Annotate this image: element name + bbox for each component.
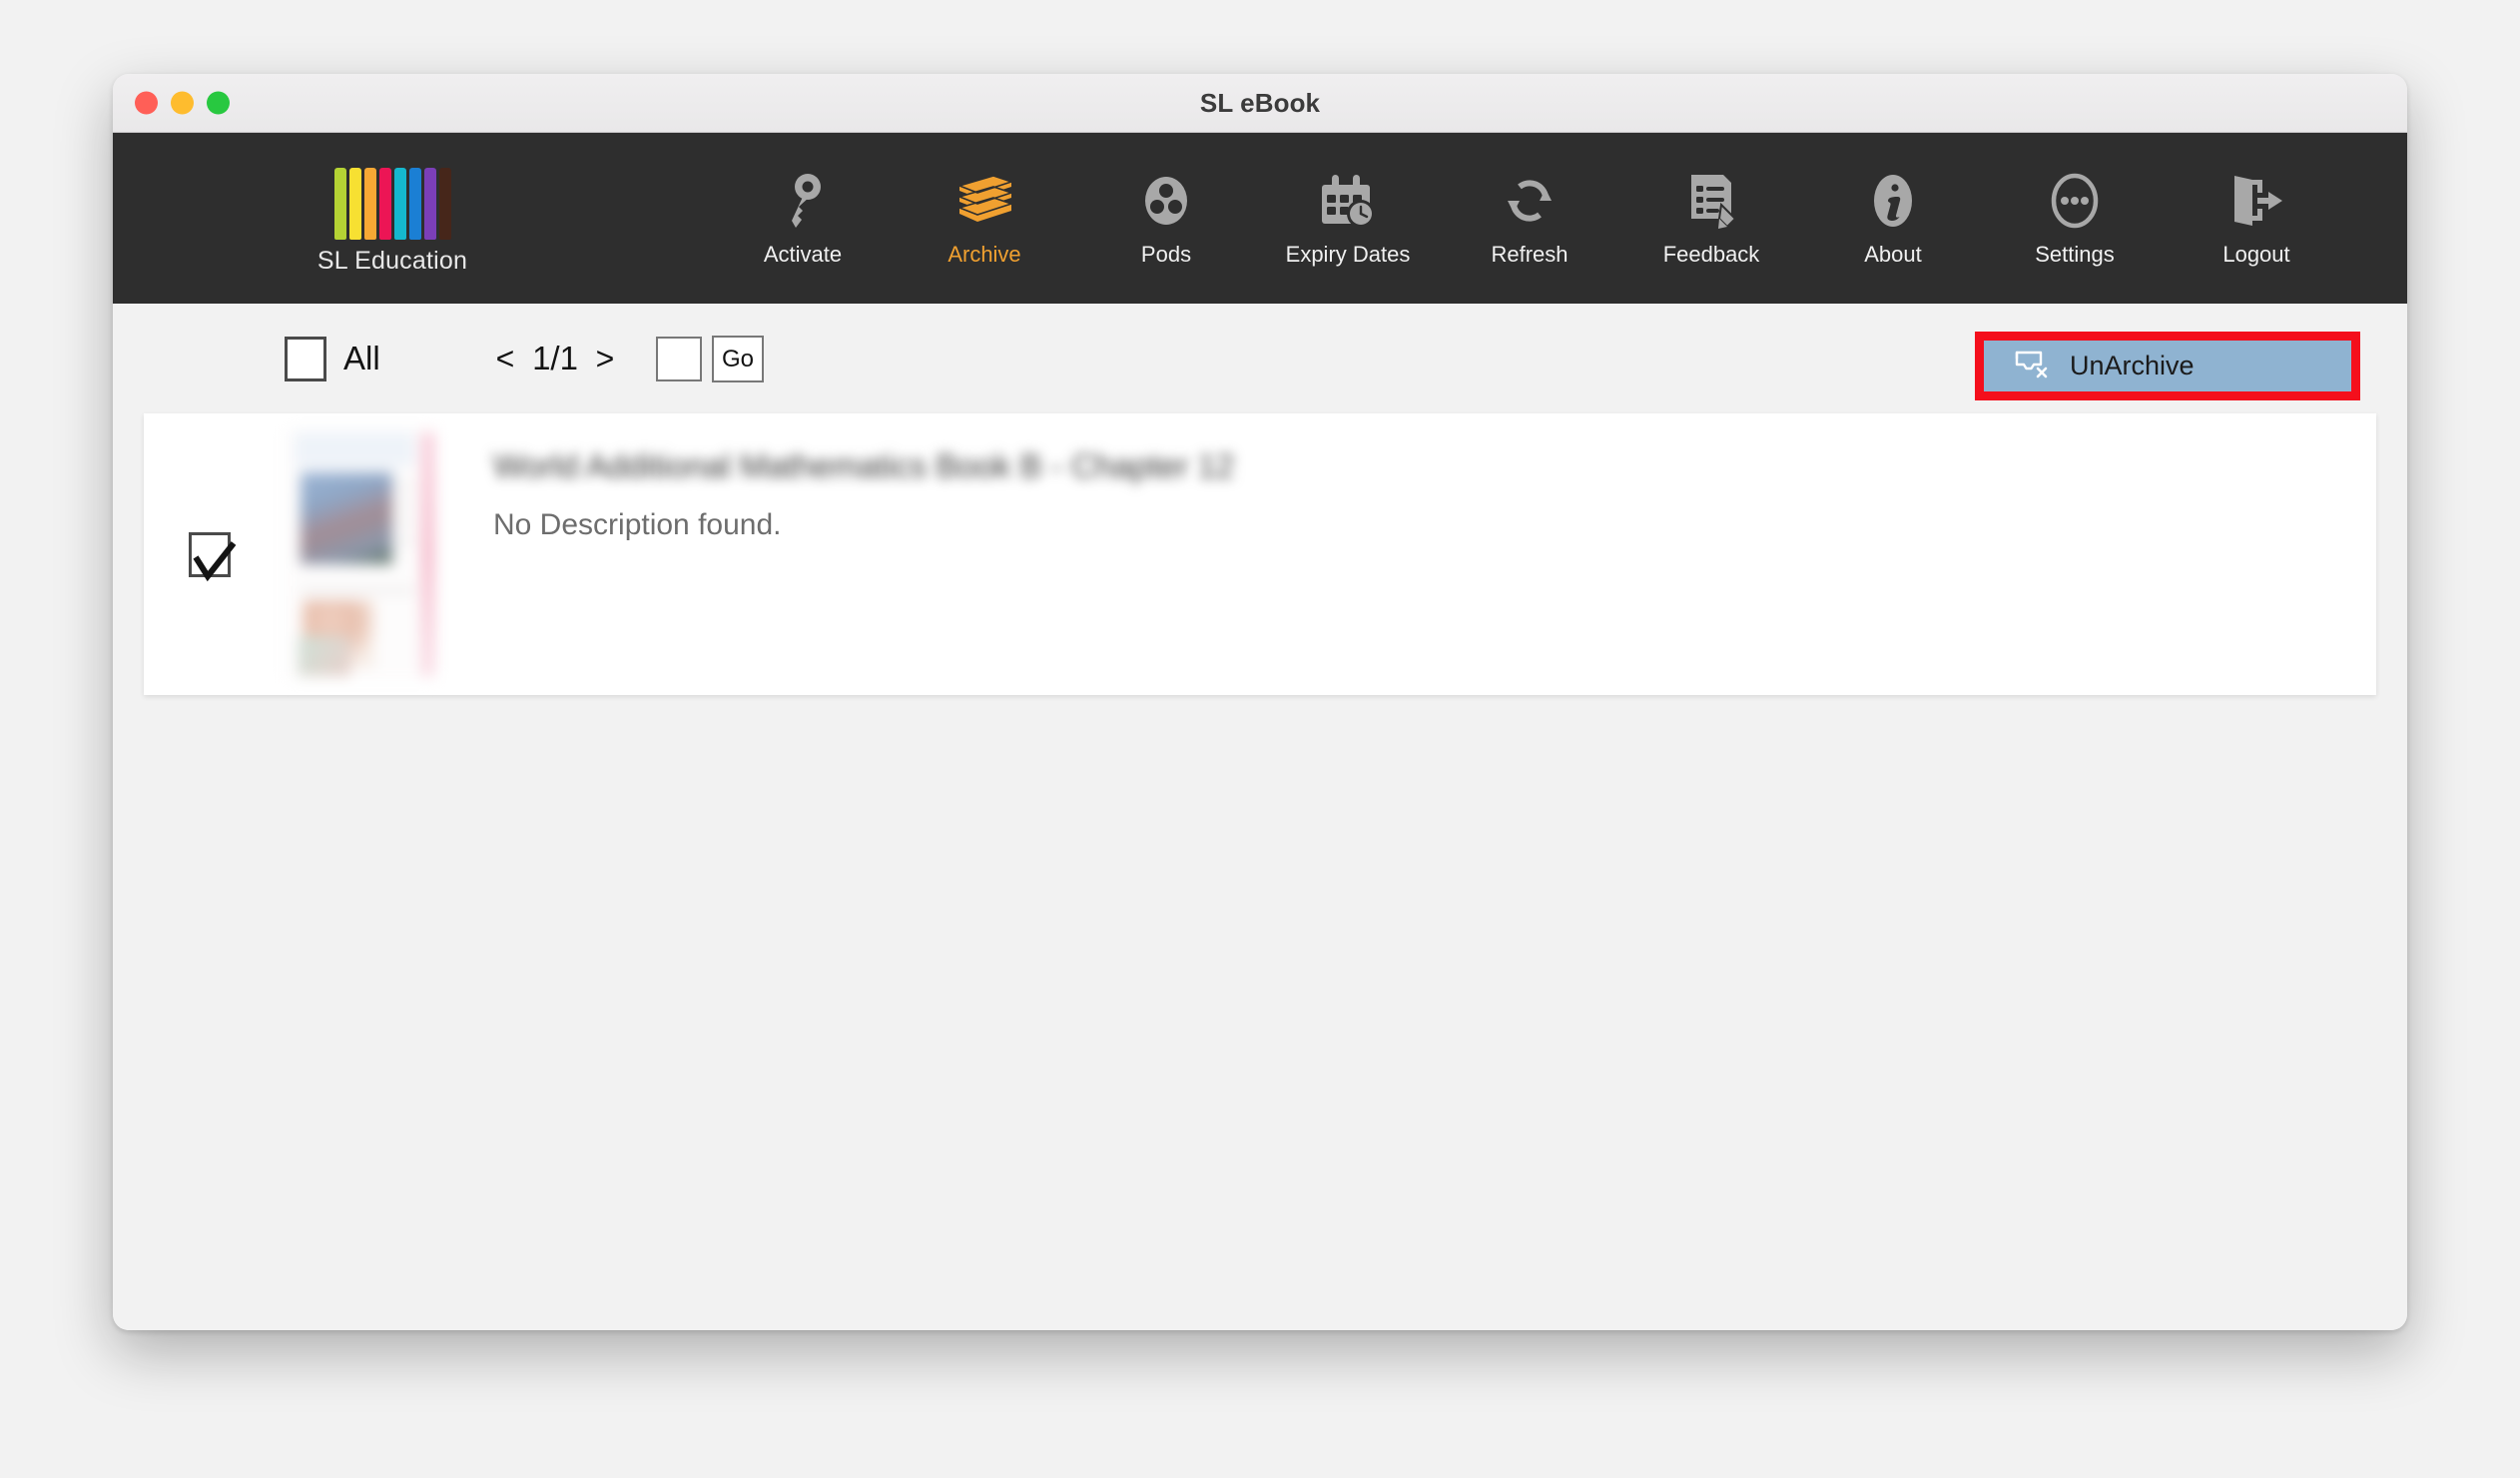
page-number-input[interactable] <box>656 336 702 381</box>
main-toolbar: SL Education Activate Archive Pods Expir… <box>113 133 2407 304</box>
close-window-button[interactable] <box>135 91 158 115</box>
toolbar-label-activate: Activate <box>763 241 843 267</box>
maximize-window-button[interactable] <box>207 91 230 115</box>
toolbar-item-refresh[interactable]: Refresh <box>1439 170 1620 268</box>
action-bar: All < 1/1 > Go UnArchive <box>113 304 2407 413</box>
pagination-controls: < 1/1 > Go <box>482 335 764 382</box>
row-checkbox[interactable] <box>189 531 237 581</box>
go-button[interactable]: Go <box>712 335 764 382</box>
toolbar-label-feedback: Feedback <box>1662 241 1760 267</box>
app-window: SL eBook SL Education Activate Archive P… <box>113 74 2407 1330</box>
ellipsis-circle-icon <box>2049 170 2101 232</box>
toolbar-item-settings[interactable]: Settings <box>1984 170 2166 268</box>
toolbar-label-logout: Logout <box>2222 241 2290 267</box>
window-title: SL eBook <box>1199 87 1321 118</box>
books-stack-icon <box>953 170 1015 232</box>
content-area: World Additional Mathematics Book B - Ch… <box>113 413 2407 1330</box>
traffic-light-group <box>135 91 230 115</box>
desktop-backdrop: SL eBook SL Education Activate Archive P… <box>0 0 2520 1478</box>
toolbar-label-pods: Pods <box>1140 241 1192 267</box>
minimize-window-button[interactable] <box>171 91 194 115</box>
row-text-cell: World Additional Mathematics Book B - Ch… <box>445 413 2376 695</box>
book-description: No Description found. <box>493 508 782 541</box>
pods-circle-icon <box>1140 170 1192 232</box>
book-cover-thumbnail <box>285 428 436 680</box>
toolbar-item-about[interactable]: About <box>1802 170 1984 268</box>
toolbar-label-about: About <box>1864 241 1922 267</box>
inbox-remove-icon <box>2014 349 2050 383</box>
previous-page-button[interactable]: < <box>482 341 528 377</box>
toolbar-label-refresh: Refresh <box>1491 241 1569 267</box>
window-titlebar: SL eBook <box>113 74 2407 133</box>
book-title: World Additional Mathematics Book B - Ch… <box>493 447 1235 484</box>
book-list: World Additional Mathematics Book B - Ch… <box>144 413 2376 695</box>
toolbar-nav: Activate Archive Pods Expiry Dates Refre… <box>712 133 2347 304</box>
page-indicator: 1/1 <box>532 340 578 376</box>
row-checkbox-cell <box>144 413 276 695</box>
logo-bars-icon <box>333 162 451 240</box>
unarchive-label: UnArchive <box>2070 351 2195 380</box>
toolbar-item-logout[interactable]: Logout <box>2166 170 2347 268</box>
select-all-group: All <box>285 336 380 381</box>
logout-door-icon <box>2230 170 2282 232</box>
info-icon <box>1870 170 1916 232</box>
toolbar-item-activate[interactable]: Activate <box>712 170 894 268</box>
next-page-button[interactable]: > <box>582 341 628 377</box>
calendar-clock-icon <box>1320 170 1376 232</box>
toolbar-item-archive[interactable]: Archive <box>894 170 1075 268</box>
key-icon <box>780 170 826 232</box>
brand-logo: SL Education <box>293 162 492 276</box>
unarchive-button[interactable]: UnArchive <box>1984 341 2351 391</box>
toolbar-item-pods[interactable]: Pods <box>1075 170 1257 268</box>
select-all-label: All <box>343 340 380 376</box>
toolbar-label-expiry-dates: Expiry Dates <box>1285 241 1411 267</box>
select-all-checkbox[interactable] <box>285 336 326 381</box>
refresh-icon <box>1503 170 1557 232</box>
toolbar-label-archive: Archive <box>947 241 1021 267</box>
row-thumbnail-cell <box>276 413 445 695</box>
table-row[interactable]: World Additional Mathematics Book B - Ch… <box>144 413 2376 695</box>
unarchive-highlight-box: UnArchive <box>1975 332 2360 400</box>
toolbar-item-feedback[interactable]: Feedback <box>1620 170 1802 268</box>
toolbar-item-expiry-dates[interactable]: Expiry Dates <box>1257 170 1439 268</box>
brand-name: SL Education <box>316 246 468 275</box>
feedback-pencil-icon <box>1685 170 1737 232</box>
toolbar-label-settings: Settings <box>2035 241 2115 267</box>
